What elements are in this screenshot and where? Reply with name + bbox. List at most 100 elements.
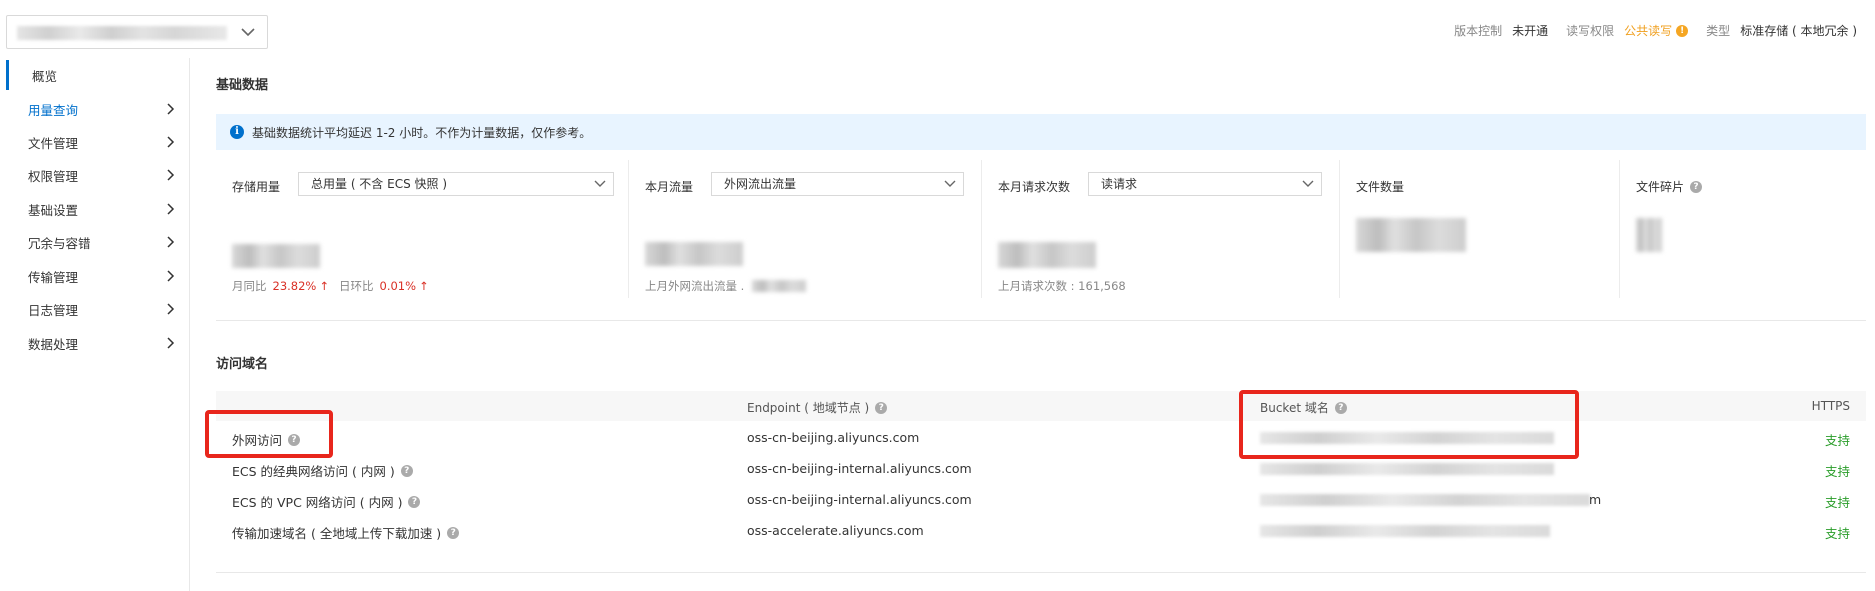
row-name: ECS 的 VPC 网络访问 ( 内网 ) ? [232, 492, 421, 511]
sidebar-item-overview[interactable]: 概览 [6, 60, 190, 90]
row-name-text: ECS 的经典网络访问 ( 内网 ) [232, 464, 395, 479]
info-icon: i [230, 125, 244, 139]
table-row: 外网访问 ? oss-cn-beijing.aliyuncs.com 支持 [216, 423, 1866, 453]
select-value: 总用量 ( 不含 ECS 快照 ) [311, 177, 448, 191]
row-name: ECS 的经典网络访问 ( 内网 ) ? [232, 461, 413, 480]
sidebar-item-label: 概览 [32, 68, 58, 84]
arrow-up-icon: ↑ [419, 279, 429, 293]
help-icon[interactable]: ? [1690, 180, 1703, 193]
bucket-select[interactable] [6, 15, 268, 49]
dod-label: 日环比 [339, 279, 374, 293]
sidebar-item-label: 传输管理 [28, 269, 79, 285]
sidebar-item-redundancy[interactable]: 冗余与容错 [6, 227, 190, 257]
acl-value: 公共读写 ! [1624, 22, 1689, 39]
stat-label: 本月流量 [645, 180, 694, 194]
sidebar: 概览 用量查询 文件管理 权限管理 基础设置 冗余与容错 传输管理 日志管理 数… [0, 58, 190, 591]
header-endpoint: Endpoint ( 地域节点 ) ? [747, 399, 888, 416]
header-label: Endpoint ( 地域节点 ) [747, 401, 870, 415]
https-status: 支持 [1824, 464, 1850, 479]
stat-storage: 存储用量 总用量 ( 不含 ECS 快照 ) 月同比 23.82% ↑ 日环比 … [216, 160, 628, 298]
chevron-right-icon [167, 270, 175, 282]
sidebar-item-label: 日志管理 [28, 302, 79, 318]
header-bucket: Bucket 域名 ? [1260, 399, 1347, 416]
row-name-text: ECS 的 VPC 网络访问 ( 内网 ) [232, 495, 403, 510]
sidebar-item-usage-query[interactable]: 用量查询 [6, 94, 190, 124]
sidebar-item-log-management[interactable]: 日志管理 [6, 294, 190, 324]
chevron-right-icon [167, 136, 175, 148]
row-name: 外网访问 ? [232, 430, 301, 449]
sidebar-item-file-management[interactable]: 文件管理 [6, 127, 190, 157]
bucket-domain-redacted [1260, 463, 1554, 475]
bucket-domain-suffix: m [1589, 492, 1602, 507]
row-name-text: 外网访问 [232, 433, 283, 448]
storage-value-redacted [232, 244, 320, 268]
sidebar-item-basic-settings[interactable]: 基础设置 [6, 194, 190, 224]
https-status: 支持 [1824, 433, 1850, 448]
chevron-right-icon [167, 337, 175, 349]
basic-data-title: 基础数据 [216, 78, 269, 93]
sidebar-item-label: 数据处理 [28, 336, 79, 352]
chevron-right-icon [167, 169, 175, 181]
sidebar-item-transfer-management[interactable]: 传输管理 [6, 261, 190, 291]
chevron-down-icon [241, 28, 255, 37]
stat-label: 存储用量 [232, 180, 281, 194]
versioning-value: 未开通 [1512, 24, 1549, 38]
stats-panel: 存储用量 总用量 ( 不含 ECS 快照 ) 月同比 23.82% ↑ 日环比 … [216, 160, 1866, 300]
acl-value-text: 公共读写 [1624, 24, 1673, 38]
chevron-down-icon [944, 180, 956, 187]
stat-label-with-help: 文件碎片 ? [1636, 178, 1703, 195]
sidebar-item-label: 基础设置 [28, 202, 79, 218]
chevron-right-icon [167, 303, 175, 315]
files-value-redacted [1356, 218, 1466, 252]
chevron-right-icon [167, 236, 175, 248]
storage-class-label: 类型 [1706, 24, 1731, 38]
mom-value: 23.82% [272, 279, 317, 293]
stat-traffic: 本月流量 外网流出流量 上月外网流出流量 . [628, 160, 981, 298]
chevron-right-icon [167, 103, 175, 115]
requests-value-redacted [998, 242, 1096, 268]
help-icon[interactable]: ? [288, 433, 301, 446]
chevron-down-icon [1302, 180, 1314, 187]
warning-icon[interactable]: ! [1676, 24, 1689, 37]
help-icon[interactable]: ? [875, 401, 888, 414]
sidebar-item-permission-management[interactable]: 权限管理 [6, 160, 190, 190]
bucket-domain-redacted [1260, 494, 1590, 506]
row-endpoint[interactable]: oss-cn-beijing.aliyuncs.com [747, 430, 919, 445]
bucket-domain-redacted [1260, 525, 1550, 537]
acl-label: 读写权限 [1566, 24, 1615, 38]
notice-text: 基础数据统计平均延迟 1-2 小时。不作为计量数据，仅作参考。 [252, 125, 592, 140]
traffic-type-select[interactable]: 外网流出流量 [711, 172, 964, 196]
traffic-value-redacted [645, 242, 743, 266]
bucket-domain-redacted [1260, 432, 1554, 444]
storage-compare: 月同比 23.82% ↑ 日环比 0.01% ↑ [232, 278, 429, 294]
row-endpoint[interactable]: oss-cn-beijing-internal.aliyuncs.com [747, 461, 972, 476]
requests-compare: 上月请求次数 : 161,568 [998, 278, 1126, 294]
divider [216, 572, 1866, 573]
header-https: HTTPS [1812, 399, 1850, 413]
help-icon[interactable]: ? [408, 495, 421, 508]
table-row: 传输加速域名 ( 全地域上传下载加速 ) ? oss-accelerate.al… [216, 516, 1866, 546]
row-endpoint[interactable]: oss-accelerate.aliyuncs.com [747, 523, 924, 538]
storage-class-value: 标准存储 ( 本地冗余 ) [1740, 24, 1857, 38]
help-icon[interactable]: ? [400, 464, 413, 477]
versioning-label: 版本控制 [1454, 24, 1503, 38]
requests-last-month: 上月请求次数 : 161,568 [998, 279, 1126, 293]
request-type-select[interactable]: 读请求 [1088, 172, 1322, 196]
storage-type-select[interactable]: 总用量 ( 不含 ECS 快照 ) [298, 172, 614, 196]
traffic-last-month-redacted [752, 280, 807, 292]
https-status: 支持 [1824, 526, 1850, 541]
sidebar-item-data-processing[interactable]: 数据处理 [6, 328, 190, 358]
table-row: ECS 的 VPC 网络访问 ( 内网 ) ? oss-cn-beijing-i… [216, 485, 1866, 515]
https-status: 支持 [1824, 495, 1850, 510]
notice-banner: i 基础数据统计平均延迟 1-2 小时。不作为计量数据，仅作参考。 [216, 114, 1866, 150]
chevron-right-icon [167, 203, 175, 215]
dod-value: 0.01% [379, 279, 417, 293]
bucket-name-redacted [17, 26, 227, 40]
help-icon[interactable]: ? [447, 526, 460, 539]
divider [216, 320, 1866, 321]
row-endpoint[interactable]: oss-cn-beijing-internal.aliyuncs.com [747, 492, 972, 507]
select-value: 读请求 [1101, 177, 1138, 191]
stat-label: 本月请求次数 [998, 180, 1071, 194]
help-icon[interactable]: ? [1334, 401, 1347, 414]
select-value: 外网流出流量 [724, 177, 797, 191]
